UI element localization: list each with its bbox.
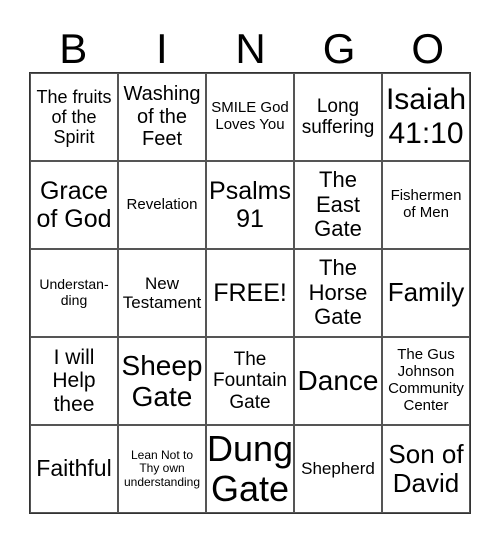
- bingo-cell[interactable]: Washing of the Feet: [118, 73, 206, 161]
- bingo-cell[interactable]: Lean Not to Thy own understanding: [118, 425, 206, 513]
- header-letter-n: N: [235, 25, 266, 72]
- header-letter-o: O: [411, 25, 444, 72]
- bingo-cell[interactable]: Fishermen of Men: [382, 161, 470, 249]
- bingo-cell[interactable]: Shepherd: [294, 425, 382, 513]
- bingo-header: B I N G O: [29, 26, 472, 72]
- bingo-cell[interactable]: Psalms 91: [206, 161, 294, 249]
- bingo-cell[interactable]: The East Gate: [294, 161, 382, 249]
- bingo-cell[interactable]: Isaiah 41:10: [382, 73, 470, 161]
- bingo-cell[interactable]: FREE!: [206, 249, 294, 337]
- header-letter-b: B: [59, 25, 88, 72]
- bingo-cell[interactable]: The fruits of the Spirit: [30, 73, 118, 161]
- header-letter-g: G: [322, 25, 356, 72]
- bingo-cell[interactable]: The Fountain Gate: [206, 337, 294, 425]
- bingo-cell[interactable]: I will Help thee: [30, 337, 118, 425]
- bingo-cell[interactable]: Grace of God: [30, 161, 118, 249]
- bingo-cell[interactable]: Long suffering: [294, 73, 382, 161]
- bingo-cell[interactable]: SMILE God Loves You: [206, 73, 294, 161]
- bingo-cell[interactable]: Understan-ding: [30, 249, 118, 337]
- bingo-cell[interactable]: Dung Gate: [206, 425, 294, 513]
- bingo-cell[interactable]: Dance: [294, 337, 382, 425]
- bingo-grid: The fruits of the Spirit Washing of the F…: [29, 72, 471, 514]
- bingo-cell[interactable]: Son of David: [382, 425, 470, 513]
- bingo-cell[interactable]: The Gus Johnson Community Center: [382, 337, 470, 425]
- bingo-cell[interactable]: The Horse Gate: [294, 249, 382, 337]
- bingo-cell[interactable]: New Testament: [118, 249, 206, 337]
- header-letter-i: I: [156, 25, 168, 72]
- bingo-cell[interactable]: Sheep Gate: [118, 337, 206, 425]
- bingo-cell[interactable]: Family: [382, 249, 470, 337]
- bingo-cell[interactable]: Faithful: [30, 425, 118, 513]
- bingo-cell[interactable]: Revelation: [118, 161, 206, 249]
